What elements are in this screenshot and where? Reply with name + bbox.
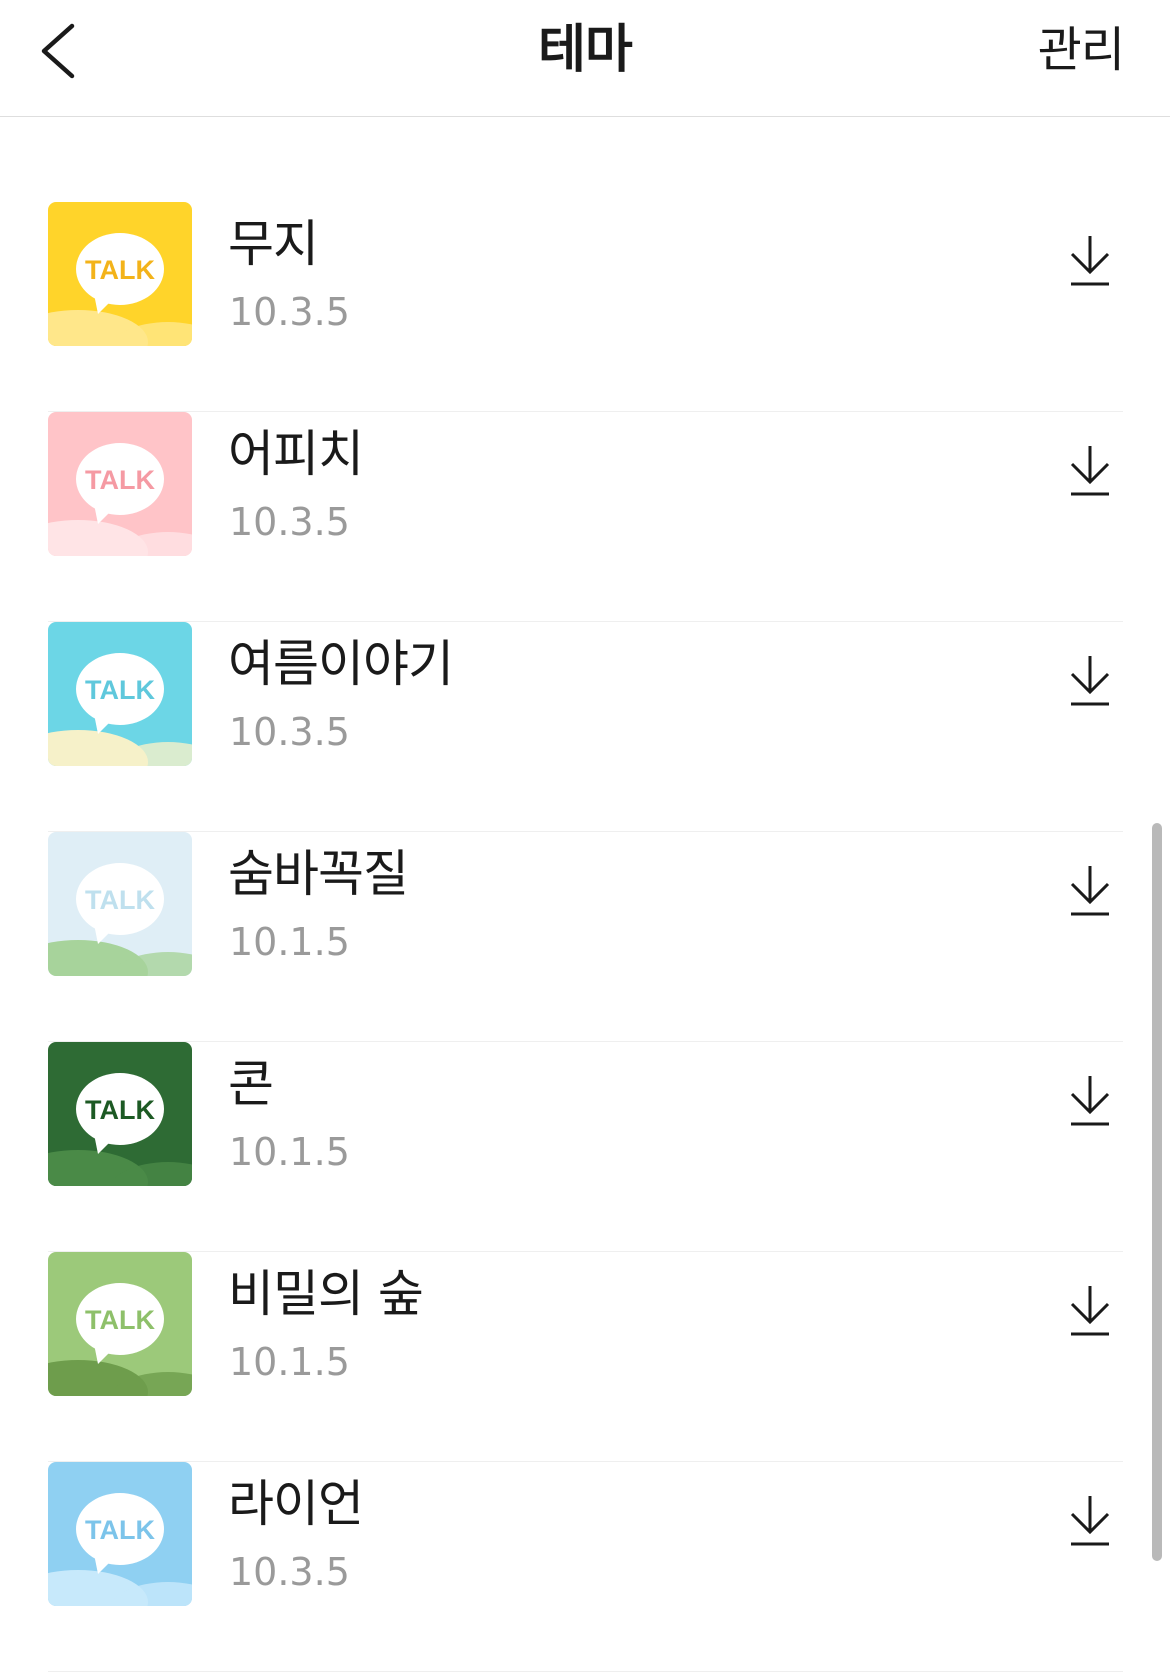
theme-thumbnail: TALK <box>48 1462 192 1606</box>
theme-list-item[interactable]: TALK 어피치 10.3.5 <box>48 412 1123 622</box>
theme-version: 10.1.5 <box>229 920 350 964</box>
download-button[interactable] <box>1068 1072 1112 1128</box>
download-icon <box>1070 446 1110 496</box>
theme-thumbnail: TALK <box>48 202 192 346</box>
theme-name: 여름이야기 <box>228 635 454 693</box>
theme-version: 10.1.5 <box>229 1130 350 1174</box>
manage-button[interactable]: 관리 <box>1038 20 1125 80</box>
theme-version: 10.3.5 <box>229 290 350 334</box>
theme-thumbnail: TALK <box>48 622 192 766</box>
theme-list-item[interactable]: TALK 콘 10.1.5 <box>48 1042 1123 1252</box>
theme-name: 어피치 <box>228 425 364 483</box>
theme-name: 라이언 <box>228 1475 364 1533</box>
download-icon <box>1070 236 1110 286</box>
download-icon <box>1070 1076 1110 1126</box>
page-title: 테마 <box>538 20 633 80</box>
scrollbar[interactable] <box>1152 823 1162 1561</box>
download-icon <box>1070 1286 1110 1336</box>
talk-text: TALK <box>85 255 155 285</box>
theme-thumbnail: TALK <box>48 832 192 976</box>
download-button[interactable] <box>1068 652 1112 708</box>
talk-text: TALK <box>85 465 155 495</box>
download-button[interactable] <box>1068 862 1112 918</box>
talk-text: TALK <box>85 885 155 915</box>
talk-text: TALK <box>85 1515 155 1545</box>
theme-thumbnail: TALK <box>48 1042 192 1186</box>
download-button[interactable] <box>1068 1282 1112 1338</box>
theme-name: 무지 <box>228 215 319 273</box>
download-icon <box>1070 656 1110 706</box>
download-icon <box>1070 866 1110 916</box>
theme-name: 콘 <box>228 1055 274 1113</box>
theme-list-item[interactable]: TALK 여름이야기 10.3.5 <box>48 622 1123 832</box>
theme-list-item[interactable]: TALK 무지 10.3.5 <box>48 202 1123 412</box>
theme-name: 숨바꼭질 <box>228 845 409 903</box>
download-button[interactable] <box>1068 1492 1112 1548</box>
theme-version: 10.3.5 <box>229 710 350 754</box>
talk-text: TALK <box>85 1095 155 1125</box>
theme-version: 10.3.5 <box>229 500 350 544</box>
download-icon <box>1070 1496 1110 1546</box>
theme-version: 10.1.5 <box>229 1340 350 1384</box>
theme-thumbnail: TALK <box>48 412 192 556</box>
theme-list-item[interactable]: TALK 숨바꼭질 10.1.5 <box>48 832 1123 1042</box>
talk-text: TALK <box>85 675 155 705</box>
theme-name: 비밀의 숲 <box>228 1265 424 1323</box>
theme-version: 10.3.5 <box>229 1550 350 1594</box>
talk-text: TALK <box>85 1305 155 1335</box>
theme-thumbnail: TALK <box>48 1252 192 1396</box>
download-button[interactable] <box>1068 232 1112 288</box>
top-navigation-bar: 테마 관리 <box>0 0 1170 117</box>
download-button[interactable] <box>1068 442 1112 498</box>
theme-list-item[interactable]: TALK 비밀의 숲 10.1.5 <box>48 1252 1123 1462</box>
theme-list-item[interactable]: TALK 라이언 10.3.5 <box>48 1462 1123 1672</box>
